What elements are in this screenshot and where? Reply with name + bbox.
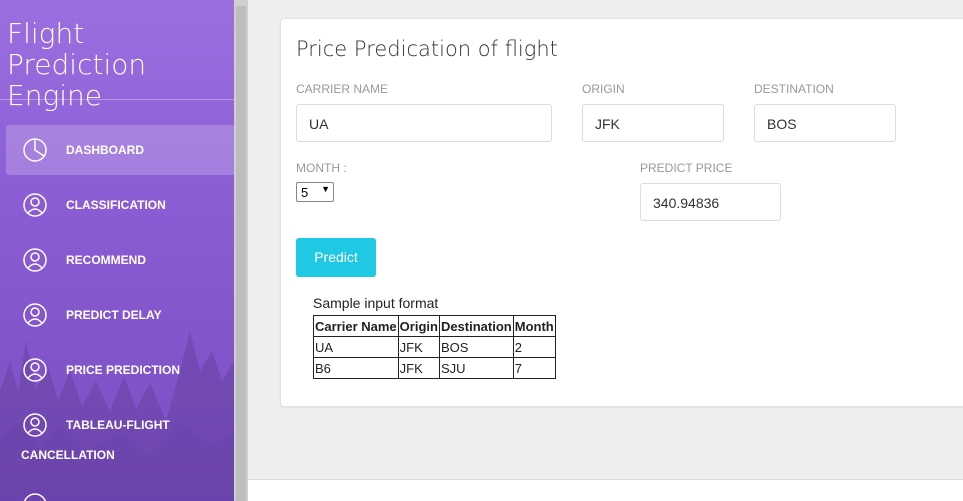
- month-select-value: 5: [301, 185, 309, 200]
- nav-item-price-prediction[interactable]: PRICE PREDICTION: [6, 345, 234, 395]
- table-cell: JFK: [397, 357, 440, 379]
- table-header: Carrier Name: [313, 315, 399, 337]
- carrier-name-label: CARRIER NAME: [296, 82, 389, 96]
- carrier-name-field[interactable]: UA: [296, 104, 552, 142]
- nav-label-recommend: RECOMMEND: [66, 253, 146, 267]
- table-cell: 2: [512, 336, 556, 358]
- nav-item-predict-delay[interactable]: PREDICT DELAY: [6, 290, 234, 340]
- nav-item-recommend[interactable]: RECOMMEND: [6, 235, 234, 285]
- nav-label-dashboard: DASHBOARD: [66, 143, 144, 157]
- page-title: Price Predication of flight: [296, 37, 558, 61]
- destination-label: DESTINATION: [754, 82, 834, 96]
- predict-price-label: PREDICT PRICE: [640, 161, 733, 175]
- table-cell: 7: [512, 357, 556, 379]
- origin-label: ORIGIN: [582, 82, 625, 96]
- nav-label-classification: CLASSIFICATION: [66, 198, 166, 212]
- brand-divider: [0, 99, 234, 100]
- user-icon: [23, 358, 47, 382]
- sample-input-table: Carrier Name Origin Destination Month UA…: [313, 315, 556, 379]
- month-label: MONTH :: [296, 161, 347, 175]
- table-cell: UA: [313, 336, 399, 358]
- sidebar-scrollbar[interactable]: [234, 0, 248, 501]
- table-header: Month: [512, 315, 556, 337]
- table-row: UA JFK BOS 2: [313, 336, 556, 358]
- table-header: Destination: [438, 315, 514, 337]
- predict-price-field[interactable]: 340.94836: [640, 183, 781, 221]
- brand-title-line1: Flight Prediction: [7, 17, 147, 81]
- price-prediction-card: Price Predication of flight CARRIER NAME…: [280, 18, 963, 407]
- pie-chart-icon: [23, 138, 47, 162]
- nav-label-predict-delay: PREDICT DELAY: [66, 308, 162, 322]
- sidebar: Flight Prediction Engine DASHBOARD CLASS…: [0, 0, 234, 501]
- nav-label-tableau-flight: TABLEAU-FLIGHT: [66, 418, 170, 432]
- user-icon: [23, 413, 47, 437]
- chevron-down-icon: ▼: [321, 184, 330, 194]
- nav-item-classification[interactable]: CLASSIFICATION: [6, 180, 234, 230]
- table-cell: B6: [313, 357, 399, 379]
- nav-label-price-prediction: PRICE PREDICTION: [66, 363, 181, 377]
- user-icon: [23, 193, 47, 217]
- sample-caption: Sample input format: [313, 295, 439, 311]
- table-header-row: Carrier Name Origin Destination Month: [313, 315, 556, 337]
- brand-title[interactable]: Flight Prediction Engine: [7, 18, 227, 111]
- brand-title-line2: Engine: [7, 79, 102, 112]
- scrollbar-thumb[interactable]: [236, 6, 246, 501]
- user-icon: [23, 303, 47, 327]
- user-icon: [23, 248, 47, 272]
- nav-label-cancellation: CANCELLATION: [21, 448, 115, 462]
- month-select[interactable]: 5 ▼: [296, 182, 334, 202]
- table-header: Origin: [397, 315, 440, 337]
- main-content: Price Predication of flight CARRIER NAME…: [248, 0, 963, 501]
- destination-field[interactable]: BOS: [754, 104, 896, 142]
- nav-item-dashboard[interactable]: DASHBOARD: [6, 125, 234, 175]
- footer: [248, 480, 963, 501]
- table-cell: SJU: [438, 357, 514, 379]
- nav-item-tableau-flight-cancellation[interactable]: TABLEAU-FLIGHT CANCELLATION: [6, 400, 234, 470]
- table-row: B6 JFK SJU 7: [313, 357, 556, 379]
- table-cell: BOS: [438, 336, 514, 358]
- origin-field[interactable]: JFK: [582, 104, 724, 142]
- predict-button[interactable]: Predict: [296, 238, 376, 277]
- table-cell: JFK: [397, 336, 440, 358]
- user-icon: [22, 492, 48, 501]
